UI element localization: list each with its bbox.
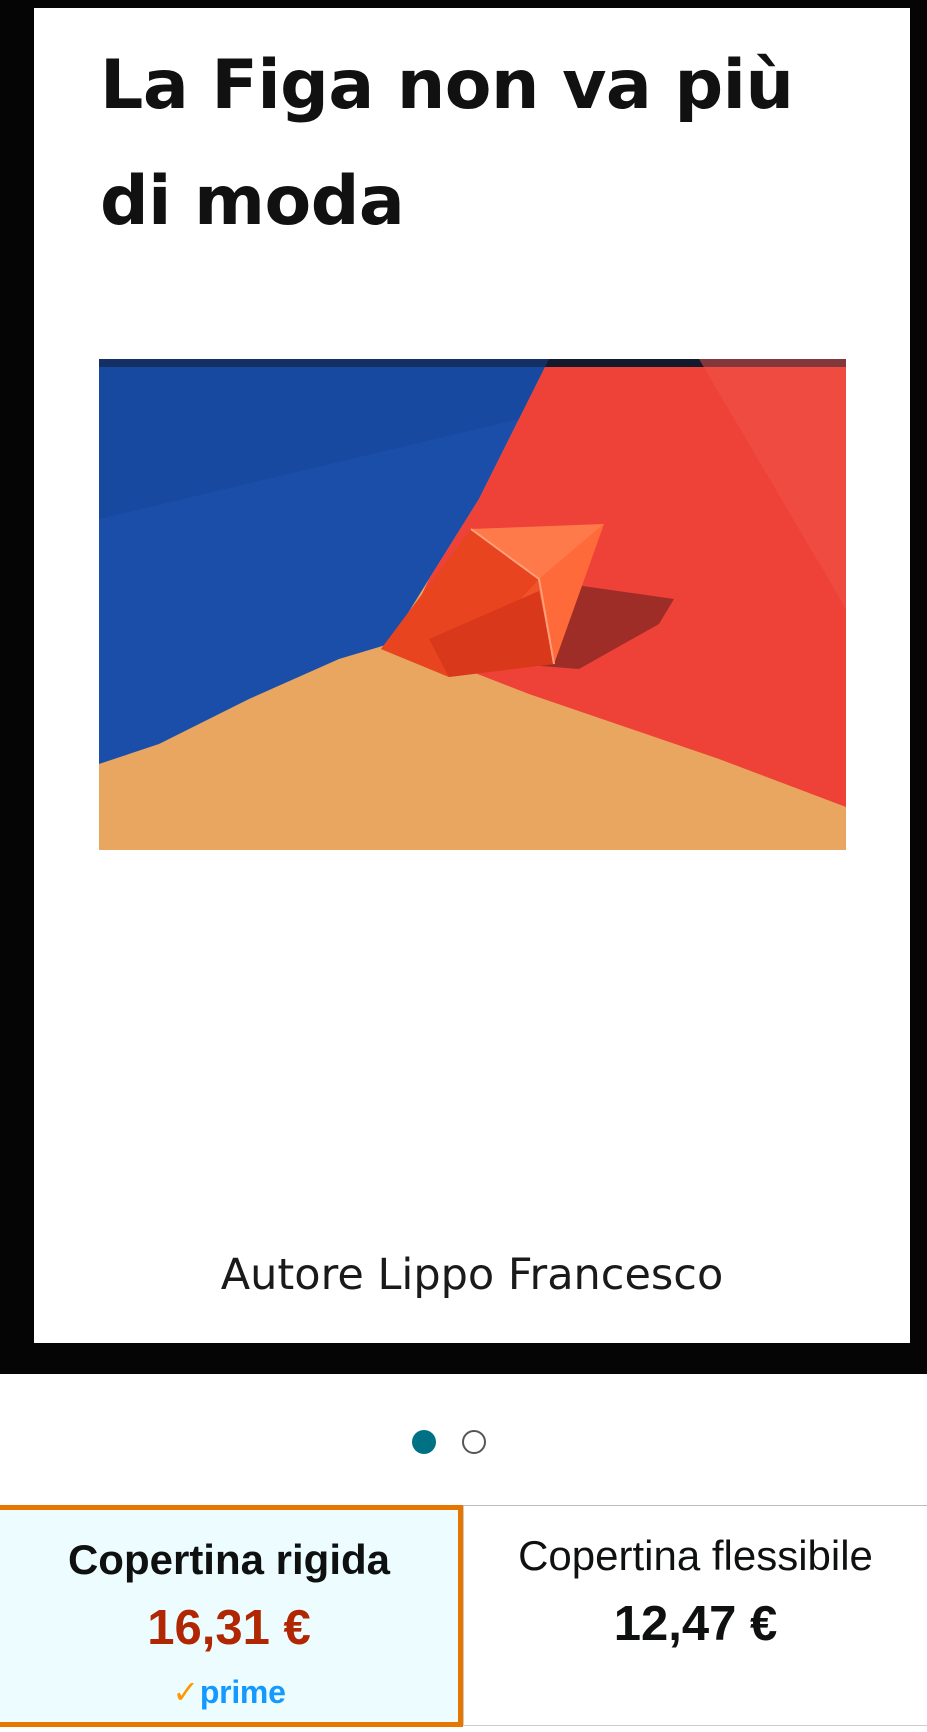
prime-check-icon: ✓: [172, 1674, 199, 1710]
format-swatch-paperback[interactable]: Copertina flessibile 12,47 €: [463, 1506, 927, 1726]
product-page: La Figa non va più di moda Autore Lippo …: [0, 0, 927, 1732]
product-image-carousel[interactable]: La Figa non va più di moda Autore Lippo …: [0, 0, 927, 1374]
book-cover-author: Autore Lippo Francesco: [220, 1250, 724, 1300]
origami-paper-boat-illustration: [99, 359, 846, 850]
book-cover-title: La Figa non va più di moda: [100, 46, 794, 241]
format-swatch-hardcover[interactable]: Copertina rigida 16,31 € ✓prime: [0, 1505, 463, 1727]
format-label: Copertina rigida: [67, 1536, 391, 1583]
format-price: 12,47 €: [613, 1597, 778, 1651]
format-label: Copertina flessibile: [518, 1532, 873, 1579]
carousel-dot-2[interactable]: [461, 1430, 486, 1454]
format-price: 16,31 €: [147, 1601, 311, 1655]
prime-label: prime: [199, 1674, 286, 1710]
origami-boat-image: [99, 359, 846, 850]
book-cover: La Figa non va più di moda Autore Lippo …: [34, 8, 910, 1343]
format-selector: Copertina rigida 16,31 € ✓prime Copertin…: [0, 1505, 927, 1732]
prime-badge: ✓prime: [0, 1673, 458, 1711]
carousel-dot-1[interactable]: [411, 1430, 436, 1454]
carousel-pagination: [0, 1430, 927, 1458]
